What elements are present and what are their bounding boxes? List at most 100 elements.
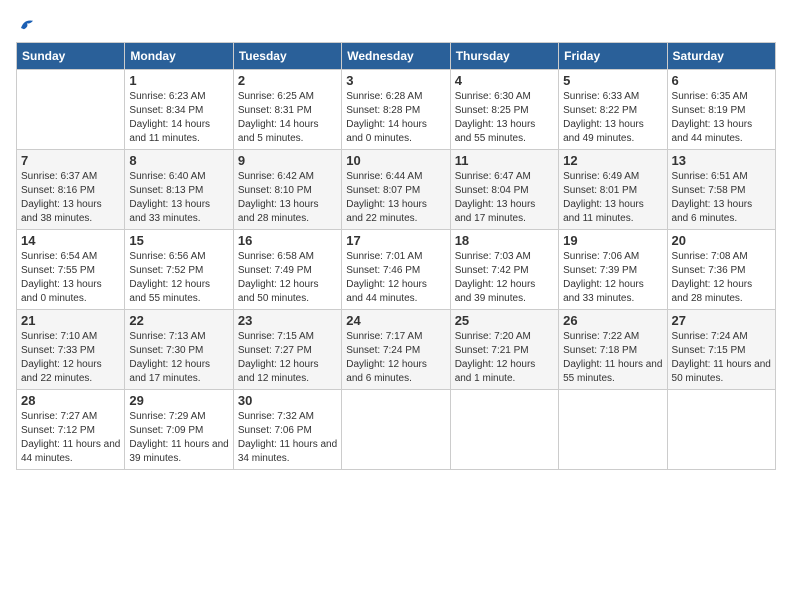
sunset-text: Sunset: 7:55 PM xyxy=(21,264,120,278)
day-number: 20 xyxy=(672,233,771,248)
calendar-day-cell: 23Sunrise: 7:15 AMSunset: 7:27 PMDayligh… xyxy=(233,310,341,390)
daylight-text: Daylight: 12 hours and 28 minutes. xyxy=(672,278,771,306)
calendar-day-cell: 22Sunrise: 7:13 AMSunset: 7:30 PMDayligh… xyxy=(125,310,233,390)
sunrise-text: Sunrise: 6:47 AM xyxy=(455,170,554,184)
daylight-text: Daylight: 13 hours and 49 minutes. xyxy=(563,118,662,146)
day-info: Sunrise: 6:42 AMSunset: 8:10 PMDaylight:… xyxy=(238,170,337,226)
day-info: Sunrise: 7:06 AMSunset: 7:39 PMDaylight:… xyxy=(563,250,662,306)
day-info: Sunrise: 6:40 AMSunset: 8:13 PMDaylight:… xyxy=(129,170,228,226)
day-info: Sunrise: 6:54 AMSunset: 7:55 PMDaylight:… xyxy=(21,250,120,306)
sunrise-text: Sunrise: 7:29 AM xyxy=(129,410,228,424)
sunset-text: Sunset: 7:42 PM xyxy=(455,264,554,278)
day-number: 4 xyxy=(455,73,554,88)
day-number: 6 xyxy=(672,73,771,88)
day-info: Sunrise: 6:49 AMSunset: 8:01 PMDaylight:… xyxy=(563,170,662,226)
day-number: 29 xyxy=(129,393,228,408)
day-info: Sunrise: 6:47 AMSunset: 8:04 PMDaylight:… xyxy=(455,170,554,226)
day-number: 21 xyxy=(21,313,120,328)
daylight-text: Daylight: 13 hours and 38 minutes. xyxy=(21,198,120,226)
weekday-header: Sunday xyxy=(17,43,125,70)
sunset-text: Sunset: 8:28 PM xyxy=(346,104,445,118)
calendar-day-cell: 15Sunrise: 6:56 AMSunset: 7:52 PMDayligh… xyxy=(125,230,233,310)
weekday-header: Wednesday xyxy=(342,43,450,70)
daylight-text: Daylight: 12 hours and 6 minutes. xyxy=(346,358,445,386)
day-number: 19 xyxy=(563,233,662,248)
day-number: 28 xyxy=(21,393,120,408)
day-info: Sunrise: 6:23 AMSunset: 8:34 PMDaylight:… xyxy=(129,90,228,146)
sunrise-text: Sunrise: 6:56 AM xyxy=(129,250,228,264)
day-info: Sunrise: 7:13 AMSunset: 7:30 PMDaylight:… xyxy=(129,330,228,386)
daylight-text: Daylight: 14 hours and 0 minutes. xyxy=(346,118,445,146)
logo-bird-icon xyxy=(18,16,36,34)
calendar-day-cell: 14 Sunrise: 6:54 AMSunset: 7:55 PMDayligh… xyxy=(17,230,125,310)
daylight-text: Daylight: 13 hours and 22 minutes. xyxy=(346,198,445,226)
day-info: Sunrise: 7:03 AMSunset: 7:42 PMDaylight:… xyxy=(455,250,554,306)
calendar-day-cell: 30Sunrise: 7:32 AMSunset: 7:06 PMDayligh… xyxy=(233,390,341,470)
sunrise-text: Sunrise: 6:42 AM xyxy=(238,170,337,184)
day-number: 18 xyxy=(455,233,554,248)
day-info: Sunrise: 7:20 AMSunset: 7:21 PMDaylight:… xyxy=(455,330,554,386)
calendar-week-row: 21 Sunrise: 7:10 AMSunset: 7:33 PMDayligh… xyxy=(17,310,776,390)
sunset-text: Sunset: 7:15 PM xyxy=(672,344,771,358)
sunrise-text: Sunrise: 7:10 AM xyxy=(21,330,120,344)
day-number: 30 xyxy=(238,393,337,408)
weekday-header: Thursday xyxy=(450,43,558,70)
sunset-text: Sunset: 8:01 PM xyxy=(563,184,662,198)
calendar-day-cell: 26Sunrise: 7:22 AMSunset: 7:18 PMDayligh… xyxy=(559,310,667,390)
daylight-text: Daylight: 11 hours and 55 minutes. xyxy=(563,358,662,386)
sunset-text: Sunset: 7:18 PM xyxy=(563,344,662,358)
day-number: 3 xyxy=(346,73,445,88)
day-number: 14 xyxy=(21,233,120,248)
sunset-text: Sunset: 7:21 PM xyxy=(455,344,554,358)
sunset-text: Sunset: 7:49 PM xyxy=(238,264,337,278)
calendar-day-cell: 13Sunrise: 6:51 AMSunset: 7:58 PMDayligh… xyxy=(667,150,775,230)
day-info: Sunrise: 6:51 AMSunset: 7:58 PMDaylight:… xyxy=(672,170,771,226)
day-number: 27 xyxy=(672,313,771,328)
day-info: Sunrise: 7:10 AMSunset: 7:33 PMDaylight:… xyxy=(21,330,120,386)
day-number: 25 xyxy=(455,313,554,328)
daylight-text: Daylight: 11 hours and 39 minutes. xyxy=(129,438,228,466)
calendar-day-cell: 8Sunrise: 6:40 AMSunset: 8:13 PMDaylight… xyxy=(125,150,233,230)
sunrise-text: Sunrise: 7:06 AM xyxy=(563,250,662,264)
daylight-text: Daylight: 13 hours and 55 minutes. xyxy=(455,118,554,146)
calendar-day-cell: 27 Sunrise: 7:24 AMSunset: 7:15 PMDayligh… xyxy=(667,310,775,390)
logo xyxy=(16,16,36,34)
daylight-text: Daylight: 14 hours and 5 minutes. xyxy=(238,118,337,146)
sunset-text: Sunset: 8:22 PM xyxy=(563,104,662,118)
day-info: Sunrise: 7:08 AMSunset: 7:36 PMDaylight:… xyxy=(672,250,771,306)
calendar-day-cell: 29Sunrise: 7:29 AMSunset: 7:09 PMDayligh… xyxy=(125,390,233,470)
calendar-day-cell: 18 Sunrise: 7:03 AMSunset: 7:42 PMDayligh… xyxy=(450,230,558,310)
day-info: Sunrise: 7:24 AMSunset: 7:15 PMDaylight:… xyxy=(672,330,771,386)
sunset-text: Sunset: 8:25 PM xyxy=(455,104,554,118)
sunrise-text: Sunrise: 7:20 AM xyxy=(455,330,554,344)
sunset-text: Sunset: 7:12 PM xyxy=(21,424,120,438)
calendar-day-cell xyxy=(342,390,450,470)
calendar-day-cell: 24Sunrise: 7:17 AMSunset: 7:24 PMDayligh… xyxy=(342,310,450,390)
daylight-text: Daylight: 11 hours and 34 minutes. xyxy=(238,438,337,466)
sunset-text: Sunset: 8:13 PM xyxy=(129,184,228,198)
sunset-text: Sunset: 8:04 PM xyxy=(455,184,554,198)
day-info: Sunrise: 7:22 AMSunset: 7:18 PMDaylight:… xyxy=(563,330,662,386)
sunrise-text: Sunrise: 6:23 AM xyxy=(129,90,228,104)
calendar-week-row: 28Sunrise: 7:27 AMSunset: 7:12 PMDayligh… xyxy=(17,390,776,470)
day-number: 11 xyxy=(455,153,554,168)
sunset-text: Sunset: 7:39 PM xyxy=(563,264,662,278)
calendar-day-cell xyxy=(667,390,775,470)
sunset-text: Sunset: 8:07 PM xyxy=(346,184,445,198)
sunrise-text: Sunrise: 7:01 AM xyxy=(346,250,445,264)
calendar-day-cell: 4 Sunrise: 6:30 AMSunset: 8:25 PMDaylight… xyxy=(450,70,558,150)
calendar-day-cell: 3Sunrise: 6:28 AMSunset: 8:28 PMDaylight… xyxy=(342,70,450,150)
sunset-text: Sunset: 7:24 PM xyxy=(346,344,445,358)
sunrise-text: Sunrise: 6:40 AM xyxy=(129,170,228,184)
calendar-day-cell: 20 Sunrise: 7:08 AMSunset: 7:36 PMDayligh… xyxy=(667,230,775,310)
sunrise-text: Sunrise: 6:30 AM xyxy=(455,90,554,104)
weekday-header-row: SundayMondayTuesdayWednesdayThursdayFrid… xyxy=(17,43,776,70)
calendar-day-cell: 2Sunrise: 6:25 AMSunset: 8:31 PMDaylight… xyxy=(233,70,341,150)
calendar-day-cell xyxy=(450,390,558,470)
calendar-day-cell: 19 Sunrise: 7:06 AMSunset: 7:39 PMDayligh… xyxy=(559,230,667,310)
sunrise-text: Sunrise: 6:54 AM xyxy=(21,250,120,264)
weekday-header: Friday xyxy=(559,43,667,70)
sunrise-text: Sunrise: 7:15 AM xyxy=(238,330,337,344)
daylight-text: Daylight: 13 hours and 17 minutes. xyxy=(455,198,554,226)
daylight-text: Daylight: 11 hours and 44 minutes. xyxy=(21,438,120,466)
